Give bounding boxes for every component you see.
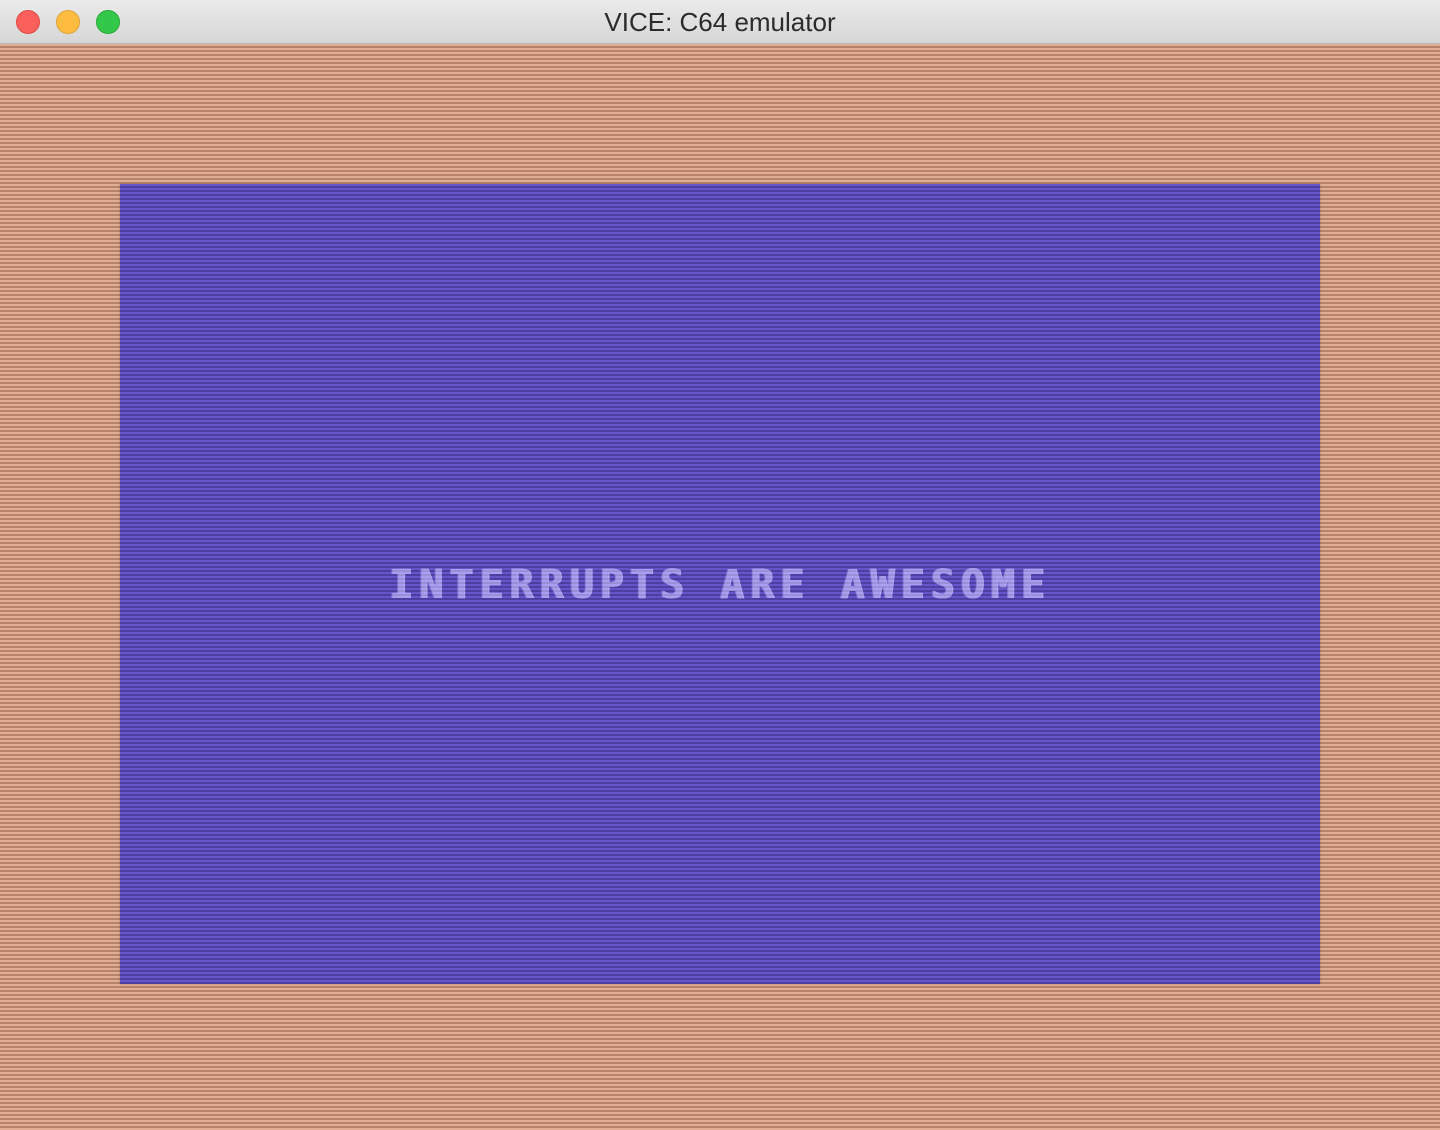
screen-message: INTERRUPTS ARE AWESOME — [389, 562, 1051, 608]
title-bar[interactable]: VICE: C64 emulator — [0, 0, 1440, 44]
window-title: VICE: C64 emulator — [604, 7, 836, 37]
vice-window: VICE: C64 emulator INTERRUPTS ARE AWESOM… — [0, 0, 1440, 1130]
c64-border[interactable]: INTERRUPTS ARE AWESOME — [0, 44, 1440, 1130]
c64-screen[interactable]: INTERRUPTS ARE AWESOME — [120, 184, 1320, 984]
